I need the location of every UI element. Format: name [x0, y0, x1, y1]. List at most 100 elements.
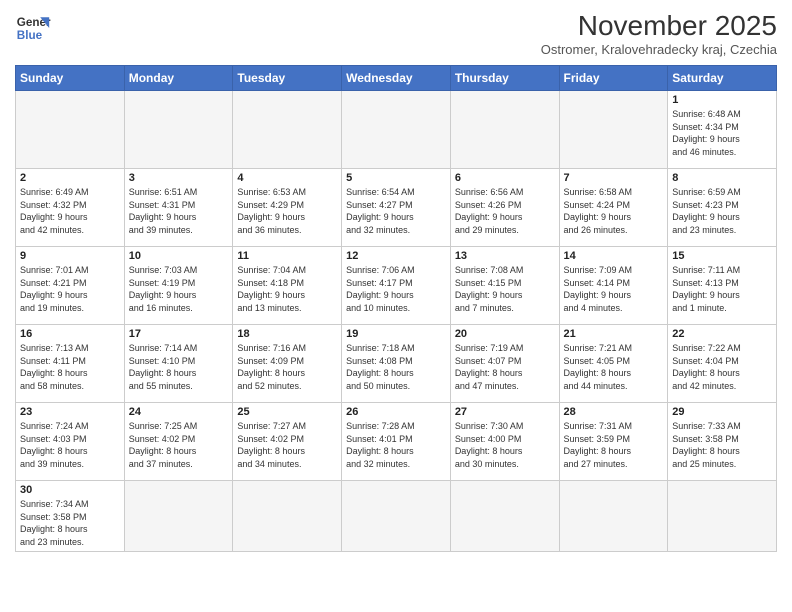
day-number: 14 — [564, 250, 664, 262]
day-number: 3 — [129, 172, 229, 184]
col-saturday: Saturday — [668, 66, 777, 91]
day-info: Sunrise: 7:08 AM Sunset: 4:15 PM Dayligh… — [455, 264, 555, 314]
logo: General Blue — [15, 10, 51, 46]
day-info: Sunrise: 7:14 AM Sunset: 4:10 PM Dayligh… — [129, 342, 229, 392]
day-info: Sunrise: 6:48 AM Sunset: 4:34 PM Dayligh… — [672, 108, 772, 158]
day-number: 10 — [129, 250, 229, 262]
table-row: 6Sunrise: 6:56 AM Sunset: 4:26 PM Daylig… — [450, 169, 559, 247]
table-row: 5 Sunrise: 6:54 AM Sunset: 4:27 PM Daylig… — [342, 169, 451, 247]
table-row — [559, 91, 668, 169]
day-info: Sunrise: 7:31 AM Sunset: 3:59 PM Dayligh… — [564, 420, 664, 470]
day-info: Sunrise: 7:19 AM Sunset: 4:07 PM Dayligh… — [455, 342, 555, 392]
day-number: 25 — [237, 406, 337, 418]
day-number: 19 — [346, 328, 446, 340]
col-sunday: Sunday — [16, 66, 125, 91]
table-row — [450, 481, 559, 552]
day-info: Sunrise: 7:04 AM Sunset: 4:18 PM Dayligh… — [237, 264, 337, 314]
day-number: 22 — [672, 328, 772, 340]
table-row: 2Sunrise: 6:49 AM Sunset: 4:32 PM Daylig… — [16, 169, 125, 247]
day-number: 6 — [455, 172, 555, 184]
table-row: 24 Sunrise: 7:25 AM Sunset: 4:02 PM Dayli… — [124, 403, 233, 481]
day-number: 17 — [129, 328, 229, 340]
day-info: Sunrise: 7:24 AM Sunset: 4:03 PM Dayligh… — [20, 420, 120, 470]
day-number: 24 — [129, 406, 229, 418]
col-monday: Monday — [124, 66, 233, 91]
day-number: 26 — [346, 406, 446, 418]
day-info: Sunrise: 6:59 AM Sunset: 4:23 PM Dayligh… — [672, 186, 772, 236]
table-row: 19 Sunrise: 7:18 AM Sunset: 4:08 PM Dayli… — [342, 325, 451, 403]
table-row: 7Sunrise: 6:58 AM Sunset: 4:24 PM Daylig… — [559, 169, 668, 247]
day-info: Sunrise: 7:16 AM Sunset: 4:09 PM Dayligh… — [237, 342, 337, 392]
day-number: 16 — [20, 328, 120, 340]
day-info: Sunrise: 7:22 AM Sunset: 4:04 PM Dayligh… — [672, 342, 772, 392]
header-row: Sunday Monday Tuesday Wednesday Thursday… — [16, 66, 777, 91]
day-info: Sunrise: 6:53 AM Sunset: 4:29 PM Dayligh… — [237, 186, 337, 236]
table-row: 30Sunrise: 7:34 AM Sunset: 3:58 PM Dayli… — [16, 481, 125, 552]
day-info: Sunrise: 7:34 AM Sunset: 3:58 PM Dayligh… — [20, 498, 120, 548]
day-number: 20 — [455, 328, 555, 340]
day-info: Sunrise: 6:58 AM Sunset: 4:24 PM Dayligh… — [564, 186, 664, 236]
day-info: Sunrise: 7:01 AM Sunset: 4:21 PM Dayligh… — [20, 264, 120, 314]
day-info: Sunrise: 7:09 AM Sunset: 4:14 PM Dayligh… — [564, 264, 664, 314]
day-info: Sunrise: 6:54 AM Sunset: 4:27 PM Dayligh… — [346, 186, 446, 236]
table-row — [342, 91, 451, 169]
table-row: 12 Sunrise: 7:06 AM Sunset: 4:17 PM Dayli… — [342, 247, 451, 325]
table-row: 25 Sunrise: 7:27 AM Sunset: 4:02 PM Dayli… — [233, 403, 342, 481]
day-number: 11 — [237, 250, 337, 262]
day-number: 27 — [455, 406, 555, 418]
svg-text:Blue: Blue — [17, 29, 43, 42]
month-title: November 2025 — [541, 10, 777, 42]
day-number: 2 — [20, 172, 120, 184]
table-row: 15Sunrise: 7:11 AM Sunset: 4:13 PM Dayli… — [668, 247, 777, 325]
table-row — [233, 91, 342, 169]
table-row — [342, 481, 451, 552]
table-row — [233, 481, 342, 552]
table-row: 23 Sunrise: 7:24 AM Sunset: 4:03 PM Dayli… — [16, 403, 125, 481]
day-number: 13 — [455, 250, 555, 262]
day-info: Sunrise: 7:13 AM Sunset: 4:11 PM Dayligh… — [20, 342, 120, 392]
table-row: 29Sunrise: 7:33 AM Sunset: 3:58 PM Dayli… — [668, 403, 777, 481]
day-info: Sunrise: 7:25 AM Sunset: 4:02 PM Dayligh… — [129, 420, 229, 470]
col-tuesday: Tuesday — [233, 66, 342, 91]
table-row: 16 Sunrise: 7:13 AM Sunset: 4:11 PM Dayli… — [16, 325, 125, 403]
day-info: Sunrise: 7:06 AM Sunset: 4:17 PM Dayligh… — [346, 264, 446, 314]
day-info: Sunrise: 7:27 AM Sunset: 4:02 PM Dayligh… — [237, 420, 337, 470]
location-subtitle: Ostromer, Kralovehradecky kraj, Czechia — [541, 42, 777, 57]
table-row: 1Sunrise: 6:48 AM Sunset: 4:34 PM Daylig… — [668, 91, 777, 169]
table-row: 4Sunrise: 6:53 AM Sunset: 4:29 PM Daylig… — [233, 169, 342, 247]
table-row: 21 Sunrise: 7:21 AM Sunset: 4:05 PM Dayli… — [559, 325, 668, 403]
day-info: Sunrise: 7:21 AM Sunset: 4:05 PM Dayligh… — [564, 342, 664, 392]
calendar-page: General Blue November 2025 Ostromer, Kra… — [0, 0, 792, 612]
table-row: 13 Sunrise: 7:08 AM Sunset: 4:15 PM Dayli… — [450, 247, 559, 325]
calendar-table: Sunday Monday Tuesday Wednesday Thursday… — [15, 65, 777, 552]
table-row: 11 Sunrise: 7:04 AM Sunset: 4:18 PM Dayli… — [233, 247, 342, 325]
day-number: 12 — [346, 250, 446, 262]
day-number: 23 — [20, 406, 120, 418]
title-area: November 2025 Ostromer, Kralovehradecky … — [541, 10, 777, 57]
col-thursday: Thursday — [450, 66, 559, 91]
table-row: 3Sunrise: 6:51 AM Sunset: 4:31 PM Daylig… — [124, 169, 233, 247]
table-row: 9 Sunrise: 7:01 AM Sunset: 4:21 PM Daylig… — [16, 247, 125, 325]
day-info: Sunrise: 7:30 AM Sunset: 4:00 PM Dayligh… — [455, 420, 555, 470]
day-number: 5 — [346, 172, 446, 184]
table-row: 28 Sunrise: 7:31 AM Sunset: 3:59 PM Dayli… — [559, 403, 668, 481]
day-number: 9 — [20, 250, 120, 262]
col-wednesday: Wednesday — [342, 66, 451, 91]
day-info: Sunrise: 7:33 AM Sunset: 3:58 PM Dayligh… — [672, 420, 772, 470]
table-row — [559, 481, 668, 552]
table-row: 10Sunrise: 7:03 AM Sunset: 4:19 PM Dayli… — [124, 247, 233, 325]
page-header: General Blue November 2025 Ostromer, Kra… — [15, 10, 777, 57]
day-number: 21 — [564, 328, 664, 340]
col-friday: Friday — [559, 66, 668, 91]
day-info: Sunrise: 7:18 AM Sunset: 4:08 PM Dayligh… — [346, 342, 446, 392]
table-row: 20 Sunrise: 7:19 AM Sunset: 4:07 PM Dayli… — [450, 325, 559, 403]
table-row — [668, 481, 777, 552]
day-number: 28 — [564, 406, 664, 418]
table-row: 8Sunrise: 6:59 AM Sunset: 4:23 PM Daylig… — [668, 169, 777, 247]
day-number: 18 — [237, 328, 337, 340]
table-row: 17 Sunrise: 7:14 AM Sunset: 4:10 PM Dayli… — [124, 325, 233, 403]
table-row: 22 Sunrise: 7:22 AM Sunset: 4:04 PM Dayli… — [668, 325, 777, 403]
day-number: 15 — [672, 250, 772, 262]
table-row: 27 Sunrise: 7:30 AM Sunset: 4:00 PM Dayli… — [450, 403, 559, 481]
table-row: 14 Sunrise: 7:09 AM Sunset: 4:14 PM Dayli… — [559, 247, 668, 325]
